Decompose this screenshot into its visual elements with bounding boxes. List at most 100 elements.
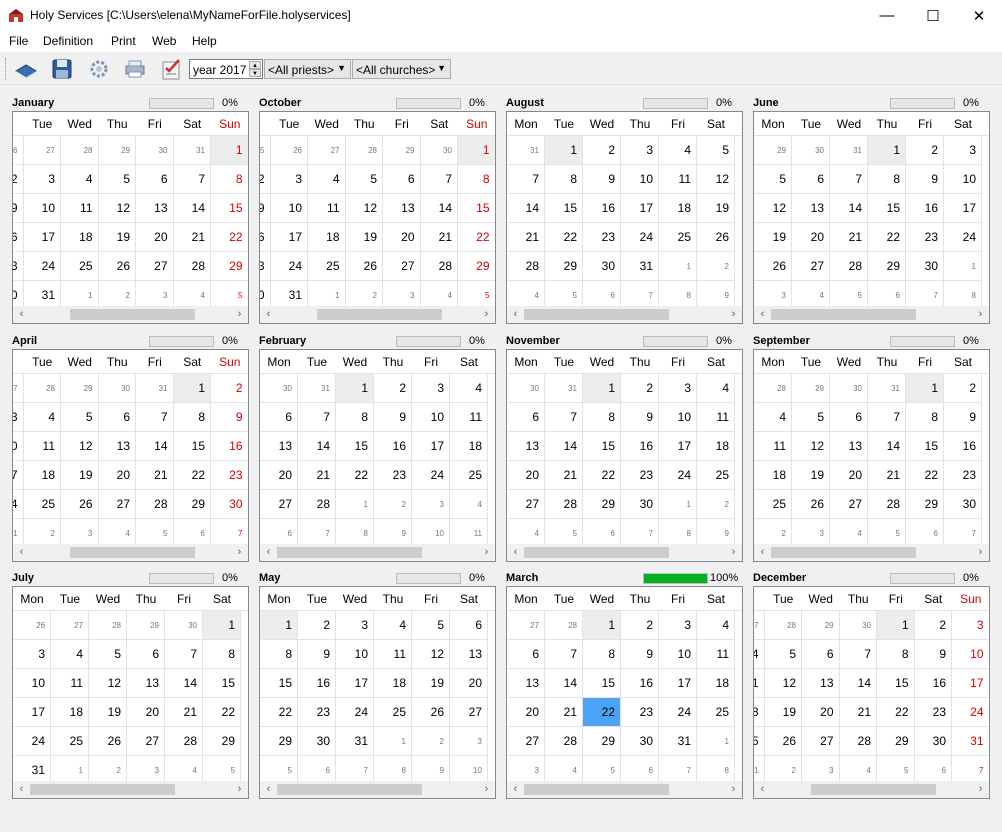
- calendar-grid[interactable]: Mon Tue Wed Thu Fri Sat 30 31 1 2 3 4 6 7 8 9 10 11 13 14 15…: [259, 349, 496, 562]
- day-cell[interactable]: 16: [621, 432, 659, 461]
- calendar-grid[interactable]: nTueWedThuFriSatSun272829303112345678910…: [12, 349, 249, 562]
- day-cell[interactable]: 21: [165, 698, 203, 727]
- day-cell[interactable]: 22: [583, 461, 621, 490]
- scroll-right-icon[interactable]: ›: [231, 781, 248, 798]
- day-cell[interactable]: 17: [336, 669, 374, 698]
- day-cell[interactable]: 11: [308, 194, 346, 223]
- day-cell[interactable]: 6: [507, 640, 545, 669]
- day-cell[interactable]: 28: [298, 490, 336, 519]
- day-cell[interactable]: 11: [374, 640, 412, 669]
- calendar-grid[interactable]: Mon Tue Wed Thu Fri Sat 27 28 1 2 3 4 6 7 8 9 10 11 13 14 15…: [506, 586, 743, 799]
- day-cell[interactable]: 6: [260, 403, 298, 432]
- day-cell[interactable]: 7: [830, 165, 868, 194]
- day-cell[interactable]: 27: [507, 490, 545, 519]
- day-cell[interactable]: 13: [136, 194, 174, 223]
- day-cell[interactable]: 6: [136, 165, 174, 194]
- day-cell[interactable]: 27: [136, 252, 174, 281]
- day-cell[interactable]: 21: [420, 223, 458, 252]
- save-disk-icon[interactable]: [49, 56, 75, 82]
- day-cell[interactable]: 27: [802, 727, 840, 756]
- scroll-left-icon[interactable]: ‹: [507, 306, 524, 323]
- day-cell[interactable]: 9: [906, 165, 944, 194]
- day-cell[interactable]: 12: [345, 194, 383, 223]
- day-cell[interactable]: 16: [211, 432, 248, 461]
- day-cell[interactable]: 27: [754, 611, 765, 640]
- day-cell[interactable]: 3: [621, 136, 659, 165]
- day-cell[interactable]: 5: [697, 136, 735, 165]
- horizontal-scrollbar[interactable]: ‹ ›: [260, 544, 495, 561]
- day-cell[interactable]: 1: [868, 136, 906, 165]
- day-cell[interactable]: 10: [336, 640, 374, 669]
- day-cell[interactable]: 9: [298, 640, 336, 669]
- calendar-grid[interactable]: Mon Tue Wed Thu Fri Sat 28 29 30 31 1 2 4 5 6 7 8 9 11 12 13…: [753, 349, 990, 562]
- horizontal-scrollbar[interactable]: ‹ ›: [754, 544, 989, 561]
- horizontal-scrollbar[interactable]: ‹ ›: [260, 781, 495, 798]
- day-cell[interactable]: 29: [260, 727, 298, 756]
- day-cell[interactable]: 28: [830, 252, 868, 281]
- day-cell[interactable]: 8: [583, 403, 621, 432]
- day-cell[interactable]: 2: [944, 374, 982, 403]
- day-cell[interactable]: 16: [298, 669, 336, 698]
- day-cell[interactable]: 19: [764, 698, 802, 727]
- day-cell[interactable]: 28: [754, 374, 792, 403]
- day-cell[interactable]: 3: [13, 640, 51, 669]
- day-cell[interactable]: 24: [944, 223, 982, 252]
- day-cell[interactable]: 4: [374, 611, 412, 640]
- day-cell[interactable]: 1: [203, 611, 241, 640]
- day-cell[interactable]: 7: [868, 403, 906, 432]
- print-icon[interactable]: [122, 56, 148, 82]
- day-cell[interactable]: 5: [792, 403, 830, 432]
- day-cell[interactable]: 10: [13, 432, 24, 461]
- day-cell[interactable]: 15: [203, 669, 241, 698]
- calendar-grid[interactable]: Mon Tue Wed Thu Fri Sat 26 27 28 29 30 1 3 4 5 6 7 8 10 11 1…: [12, 586, 249, 799]
- day-cell[interactable]: 13: [98, 432, 136, 461]
- day-cell[interactable]: 20: [792, 223, 830, 252]
- day-cell[interactable]: 7: [165, 640, 203, 669]
- day-cell[interactable]: 12: [697, 165, 735, 194]
- day-cell[interactable]: 10: [952, 640, 989, 669]
- day-cell[interactable]: 29: [203, 727, 241, 756]
- day-cell[interactable]: 6: [98, 403, 136, 432]
- day-cell[interactable]: 30: [420, 136, 458, 165]
- day-cell[interactable]: 27: [507, 611, 545, 640]
- day-cell[interactable]: 30: [914, 727, 952, 756]
- day-cell[interactable]: 20: [383, 223, 421, 252]
- day-cell[interactable]: 2: [621, 611, 659, 640]
- day-cell[interactable]: 9: [260, 194, 271, 223]
- day-cell[interactable]: 19: [412, 669, 450, 698]
- day-cell[interactable]: 30: [507, 374, 545, 403]
- day-cell[interactable]: 27: [450, 698, 488, 727]
- day-cell[interactable]: 16: [13, 223, 24, 252]
- scroll-left-icon[interactable]: ‹: [260, 781, 277, 798]
- horizontal-scrollbar[interactable]: ‹ ›: [13, 306, 248, 323]
- day-cell[interactable]: 29: [61, 374, 99, 403]
- day-cell[interactable]: 13: [830, 432, 868, 461]
- scroll-right-icon[interactable]: ›: [725, 544, 742, 561]
- day-cell[interactable]: 8: [877, 640, 915, 669]
- scroll-left-icon[interactable]: ‹: [13, 306, 30, 323]
- day-cell[interactable]: 14: [545, 669, 583, 698]
- day-cell[interactable]: 26: [792, 490, 830, 519]
- day-cell[interactable]: 5: [754, 165, 792, 194]
- day-cell[interactable]: 29: [583, 490, 621, 519]
- close-button[interactable]: ✕: [956, 0, 1002, 31]
- horizontal-scrollbar[interactable]: ‹ ›: [754, 781, 989, 798]
- day-cell[interactable]: 23: [914, 698, 952, 727]
- scroll-left-icon[interactable]: ‹: [754, 781, 771, 798]
- settings-gear-icon[interactable]: [86, 56, 112, 82]
- scroll-thumb[interactable]: [70, 547, 195, 558]
- day-cell[interactable]: 26: [412, 698, 450, 727]
- calendar-grid[interactable]: Mon Tue Wed Thu Fri Sat 30 31 1 2 3 4 6 7 8 9 10 11 13 14 15…: [506, 349, 743, 562]
- day-cell[interactable]: 25: [754, 727, 765, 756]
- day-cell[interactable]: 9: [583, 165, 621, 194]
- day-cell[interactable]: 1: [336, 374, 374, 403]
- day-cell[interactable]: 17: [621, 194, 659, 223]
- day-cell[interactable]: 2: [412, 727, 450, 756]
- scroll-right-icon[interactable]: ›: [972, 306, 989, 323]
- day-cell[interactable]: 15: [583, 669, 621, 698]
- day-cell[interactable]: 15: [868, 194, 906, 223]
- day-cell[interactable]: 6: [802, 640, 840, 669]
- day-cell[interactable]: 17: [23, 223, 61, 252]
- day-cell[interactable]: 28: [420, 252, 458, 281]
- day-cell[interactable]: 19: [61, 461, 99, 490]
